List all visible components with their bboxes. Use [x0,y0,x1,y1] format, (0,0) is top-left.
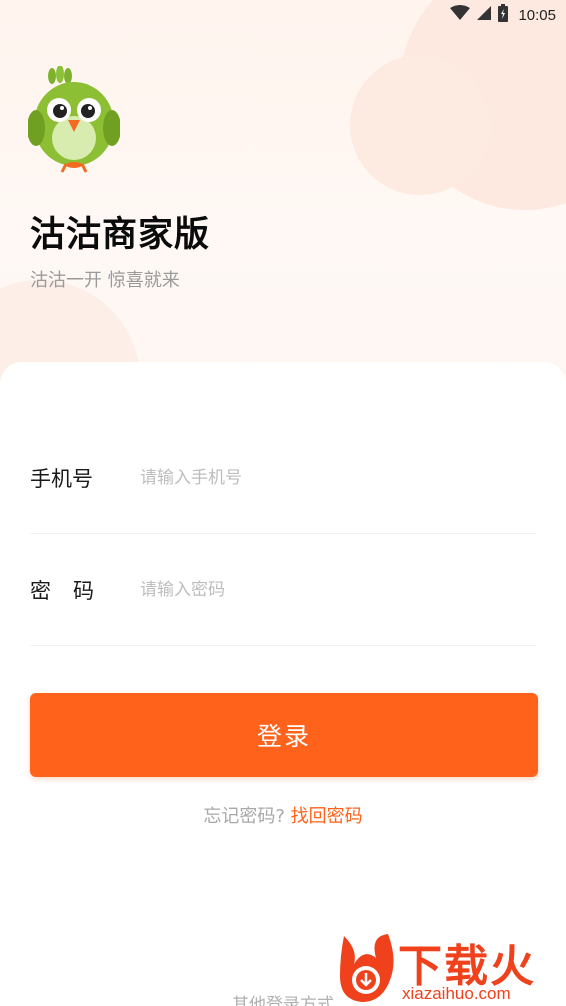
recover-password-link[interactable]: 找回密码 [291,806,363,827]
forgot-password-row: 忘记密码? 找回密码 [0,802,566,828]
login-button[interactable]: 登录 [30,693,538,777]
password-row: 密码 [30,534,536,646]
app-title: 沽沽商家版 [30,215,211,255]
watermark-logo: 下载火 xiazaihuo.com [336,930,566,1006]
status-time: 10:05 [518,6,556,24]
phone-input[interactable] [140,467,536,488]
status-bar: 10:05 [0,0,566,30]
battery-icon [498,4,509,26]
bird-mascot-icon [27,65,121,174]
flame-icon [340,934,394,1002]
phone-row: 手机号 [30,422,536,534]
app-slogan: 沽沽一开 惊喜就来 [30,270,180,291]
phone-label: 手机号 [30,466,93,491]
decorative-cloud [350,55,490,195]
signal-icon [476,5,492,25]
password-input[interactable] [140,579,536,600]
password-label: 密码 [30,578,116,603]
watermark-url: xiazaihuo.com [402,984,511,1003]
forgot-password-text: 忘记密码? [203,806,285,827]
wifi-icon [450,5,471,25]
